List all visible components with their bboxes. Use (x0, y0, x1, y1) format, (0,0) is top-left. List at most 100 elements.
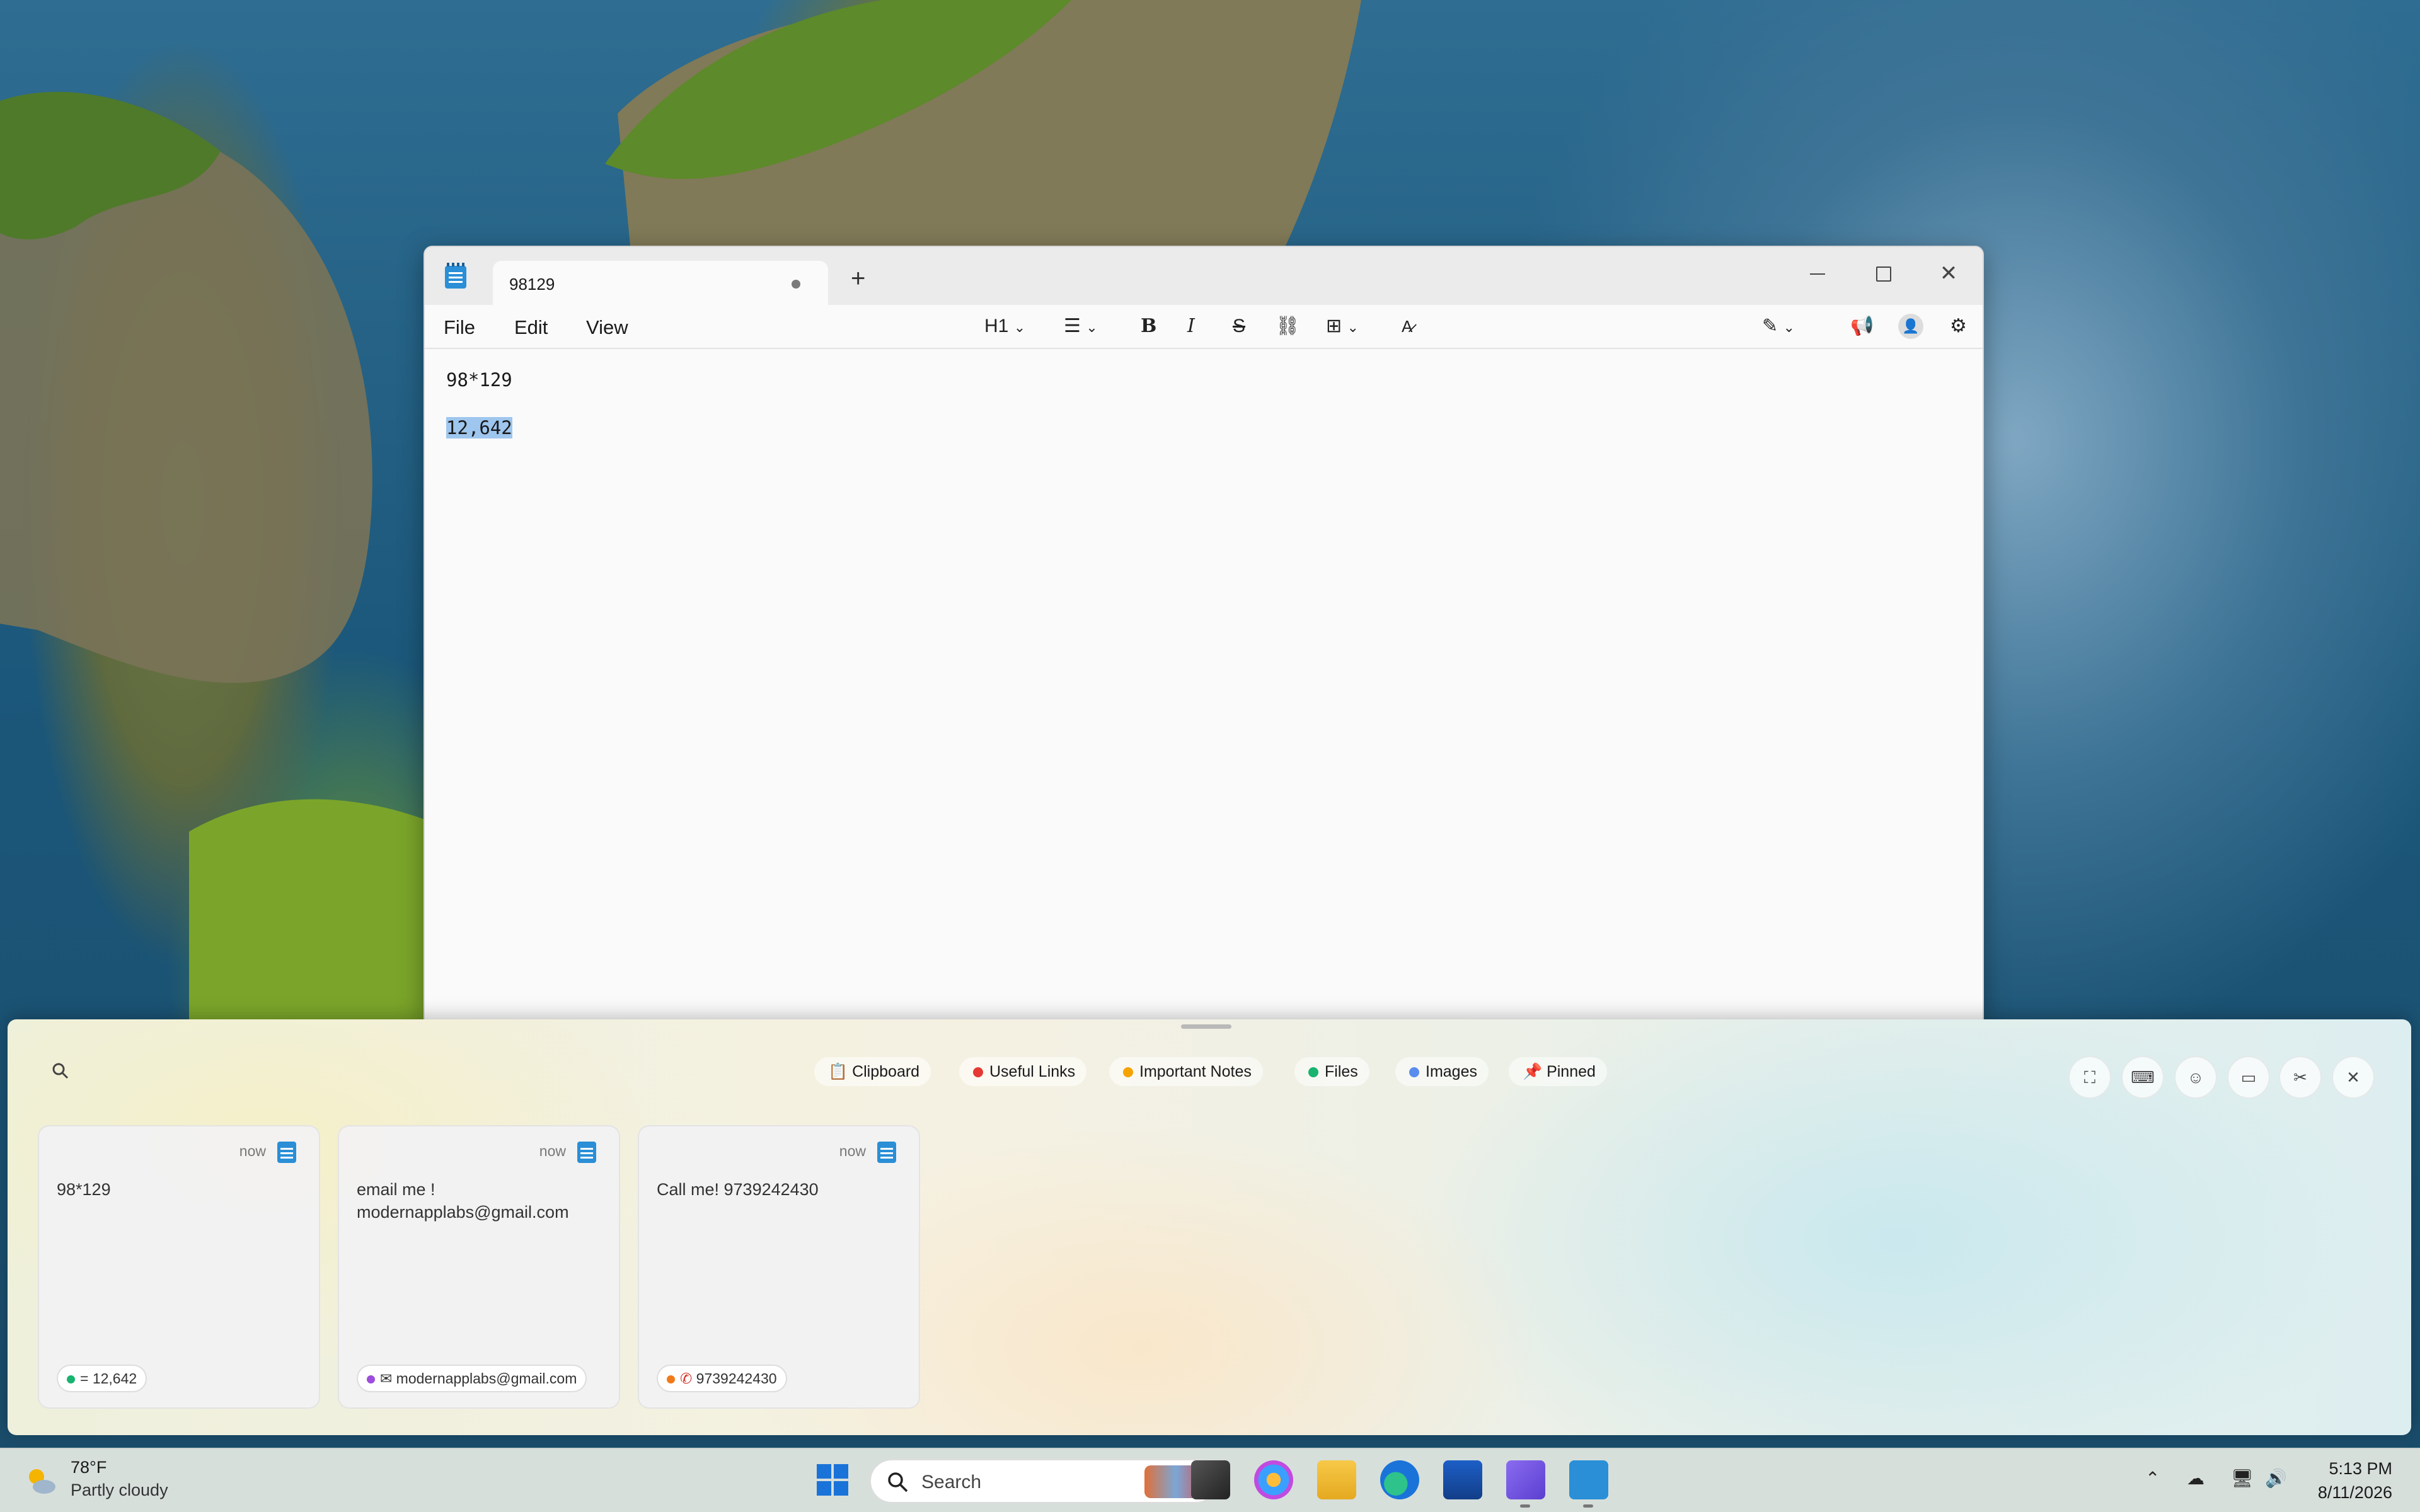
pill-label: modernapplabs@gmail.com (396, 1370, 577, 1387)
search-icon[interactable] (50, 1061, 71, 1081)
volume-icon[interactable]: 🔊 (2265, 1468, 2287, 1489)
chevron-down-icon: ⌄ (1783, 319, 1795, 335)
chevron-down-icon: ⌄ (1347, 319, 1359, 335)
green-dot-icon (67, 1375, 75, 1383)
category-clipboard[interactable]: 📋 Clipboard (814, 1057, 931, 1086)
copilot-icon[interactable] (1254, 1460, 1293, 1499)
category-files[interactable]: Files (1294, 1057, 1369, 1086)
new-tab-button[interactable]: + (851, 266, 865, 291)
table-icon: ⊞ (1326, 316, 1342, 336)
card-text: 98*129 (57, 1180, 111, 1199)
link-icon[interactable]: ⛓ (1276, 314, 1299, 339)
italic-button[interactable]: I (1187, 314, 1195, 339)
taskbar-search[interactable]: Search (870, 1459, 1218, 1503)
clip-card[interactable]: now Call me! 9739242430 ✆ 9739242430 (638, 1125, 920, 1409)
strikethrough-button[interactable]: S (1233, 314, 1245, 339)
clock-time: 5:13 PM (2329, 1459, 2392, 1478)
copilot-pen-dropdown[interactable]: ✎ ⌄ (1762, 314, 1795, 339)
text-editor[interactable]: 98*129 12,642 (425, 348, 1983, 1019)
emoji-icon[interactable]: ☺ (2174, 1056, 2217, 1099)
chevron-down-icon: ⌄ (1013, 319, 1026, 335)
card-time: now (539, 1143, 566, 1159)
category-important-notes[interactable]: Important Notes (1109, 1057, 1263, 1086)
purple-dot-icon (367, 1375, 375, 1383)
clip-card[interactable]: now 98*129 = 12,642 (38, 1125, 320, 1409)
weather-temperature[interactable]: 78°F (71, 1458, 107, 1477)
category-images[interactable]: Images (1395, 1057, 1489, 1086)
smart-action-pill[interactable]: = 12,642 (57, 1365, 147, 1392)
task-view-icon[interactable] (1191, 1460, 1230, 1499)
screenshot-icon[interactable]: ⛶ (2068, 1056, 2111, 1099)
tab-document[interactable]: 98129 (493, 261, 828, 306)
smart-action-pill[interactable]: ✆ 9739242430 (657, 1365, 787, 1392)
taskbar: 78°F Partly cloudy Search ⌃ ☁ 🖥 🔊 5:13 P… (0, 1448, 2420, 1512)
search-label: Search (921, 1472, 982, 1492)
notepad-window: 98129 + ✕ File Edit View H1 ⌄ ☰ ⌄ B I S … (424, 246, 1984, 1021)
system-clock[interactable]: 5:13 PM 8/11/2026 (2318, 1457, 2392, 1504)
clipboard-panel: 📋 Clipboard Useful Links Important Notes… (8, 1019, 2411, 1435)
cloud-offline-icon[interactable]: ☁ (2187, 1468, 2204, 1489)
menu-view[interactable]: View (586, 316, 628, 339)
running-indicator (1583, 1504, 1593, 1508)
edge-browser-icon[interactable] (1380, 1460, 1419, 1499)
notepad-source-icon (277, 1142, 296, 1163)
unpin-icon[interactable]: ✂ (2279, 1056, 2322, 1099)
clear-formatting-icon[interactable]: A̷ (1402, 314, 1412, 339)
drag-handle[interactable] (1181, 1024, 1231, 1029)
keyboard-icon[interactable]: ⌨ (2121, 1056, 2164, 1099)
menu-edit[interactable]: Edit (514, 316, 548, 339)
chip-label: Pinned (1547, 1063, 1596, 1080)
phone-icon: ✆ (680, 1370, 696, 1387)
file-explorer-icon[interactable] (1317, 1460, 1356, 1499)
show-hidden-icons-icon[interactable]: ⌃ (2145, 1468, 2160, 1489)
list-dropdown[interactable]: ☰ ⌄ (1064, 314, 1098, 339)
close-panel-button[interactable]: ✕ (2332, 1056, 2375, 1099)
selected-text: 12,642 (446, 417, 512, 438)
editor-line: 98*129 (446, 369, 512, 391)
table-dropdown[interactable]: ⊞ ⌄ (1326, 314, 1359, 339)
blue-dot-icon (1409, 1067, 1419, 1077)
clip-card[interactable]: now email me ! modernapplabs@gmail.com ✉… (338, 1125, 620, 1409)
red-dot-icon (973, 1067, 983, 1077)
notepad-taskbar-icon[interactable] (1569, 1460, 1608, 1499)
category-useful-links[interactable]: Useful Links (959, 1057, 1087, 1086)
title-bar: 98129 + ✕ (425, 247, 1983, 306)
green-dot-icon (1308, 1067, 1318, 1077)
clock-date: 8/11/2026 (2317, 1483, 2392, 1502)
heading-label: H1 (984, 316, 1009, 336)
chip-label: Useful Links (989, 1063, 1076, 1080)
bold-button[interactable]: B (1141, 314, 1156, 339)
chip-label: Files (1325, 1063, 1358, 1080)
maximize-button[interactable] (1869, 260, 1897, 287)
notepad-source-icon (877, 1142, 896, 1163)
weather-description[interactable]: Partly cloudy (71, 1480, 168, 1500)
notepad-source-icon (577, 1142, 596, 1163)
chevron-down-icon: ⌄ (1086, 319, 1098, 335)
bullet-list-icon: ☰ (1064, 316, 1081, 336)
close-window-button[interactable]: ✕ (1935, 260, 1962, 287)
announcement-icon[interactable]: 📢 (1850, 314, 1874, 339)
microsoft-store-icon[interactable] (1443, 1460, 1482, 1499)
smart-action-pill[interactable]: ✉ modernapplabs@gmail.com (357, 1365, 587, 1392)
pill-label: 9739242430 (696, 1370, 777, 1387)
layout-icon[interactable]: ▭ (2227, 1056, 2270, 1099)
start-windows-icon[interactable] (813, 1460, 852, 1499)
orange-dot-icon (667, 1375, 675, 1383)
unsaved-dot-icon[interactable] (792, 280, 800, 289)
settings-gear-icon[interactable]: ⚙ (1950, 314, 1967, 339)
partly-cloudy-icon[interactable] (24, 1464, 58, 1498)
card-time: now (239, 1143, 266, 1159)
chip-label: Images (1426, 1063, 1477, 1080)
network-icon[interactable]: 🖥 (2231, 1468, 2254, 1489)
menu-file[interactable]: File (444, 316, 475, 339)
card-time: now (839, 1143, 866, 1159)
minimize-button[interactable] (1804, 260, 1831, 287)
heading-dropdown[interactable]: H1 ⌄ (984, 314, 1025, 339)
chip-label: Important Notes (1139, 1063, 1252, 1080)
pill-label: = 12,642 (80, 1370, 137, 1387)
clipboard-app-icon[interactable] (1506, 1460, 1545, 1499)
category-pinned[interactable]: 📌 Pinned (1509, 1057, 1607, 1086)
card-text: Call me! 9739242430 (657, 1180, 819, 1199)
mail-icon: ✉ (380, 1370, 396, 1387)
account-avatar[interactable]: 👤 (1898, 314, 1923, 339)
